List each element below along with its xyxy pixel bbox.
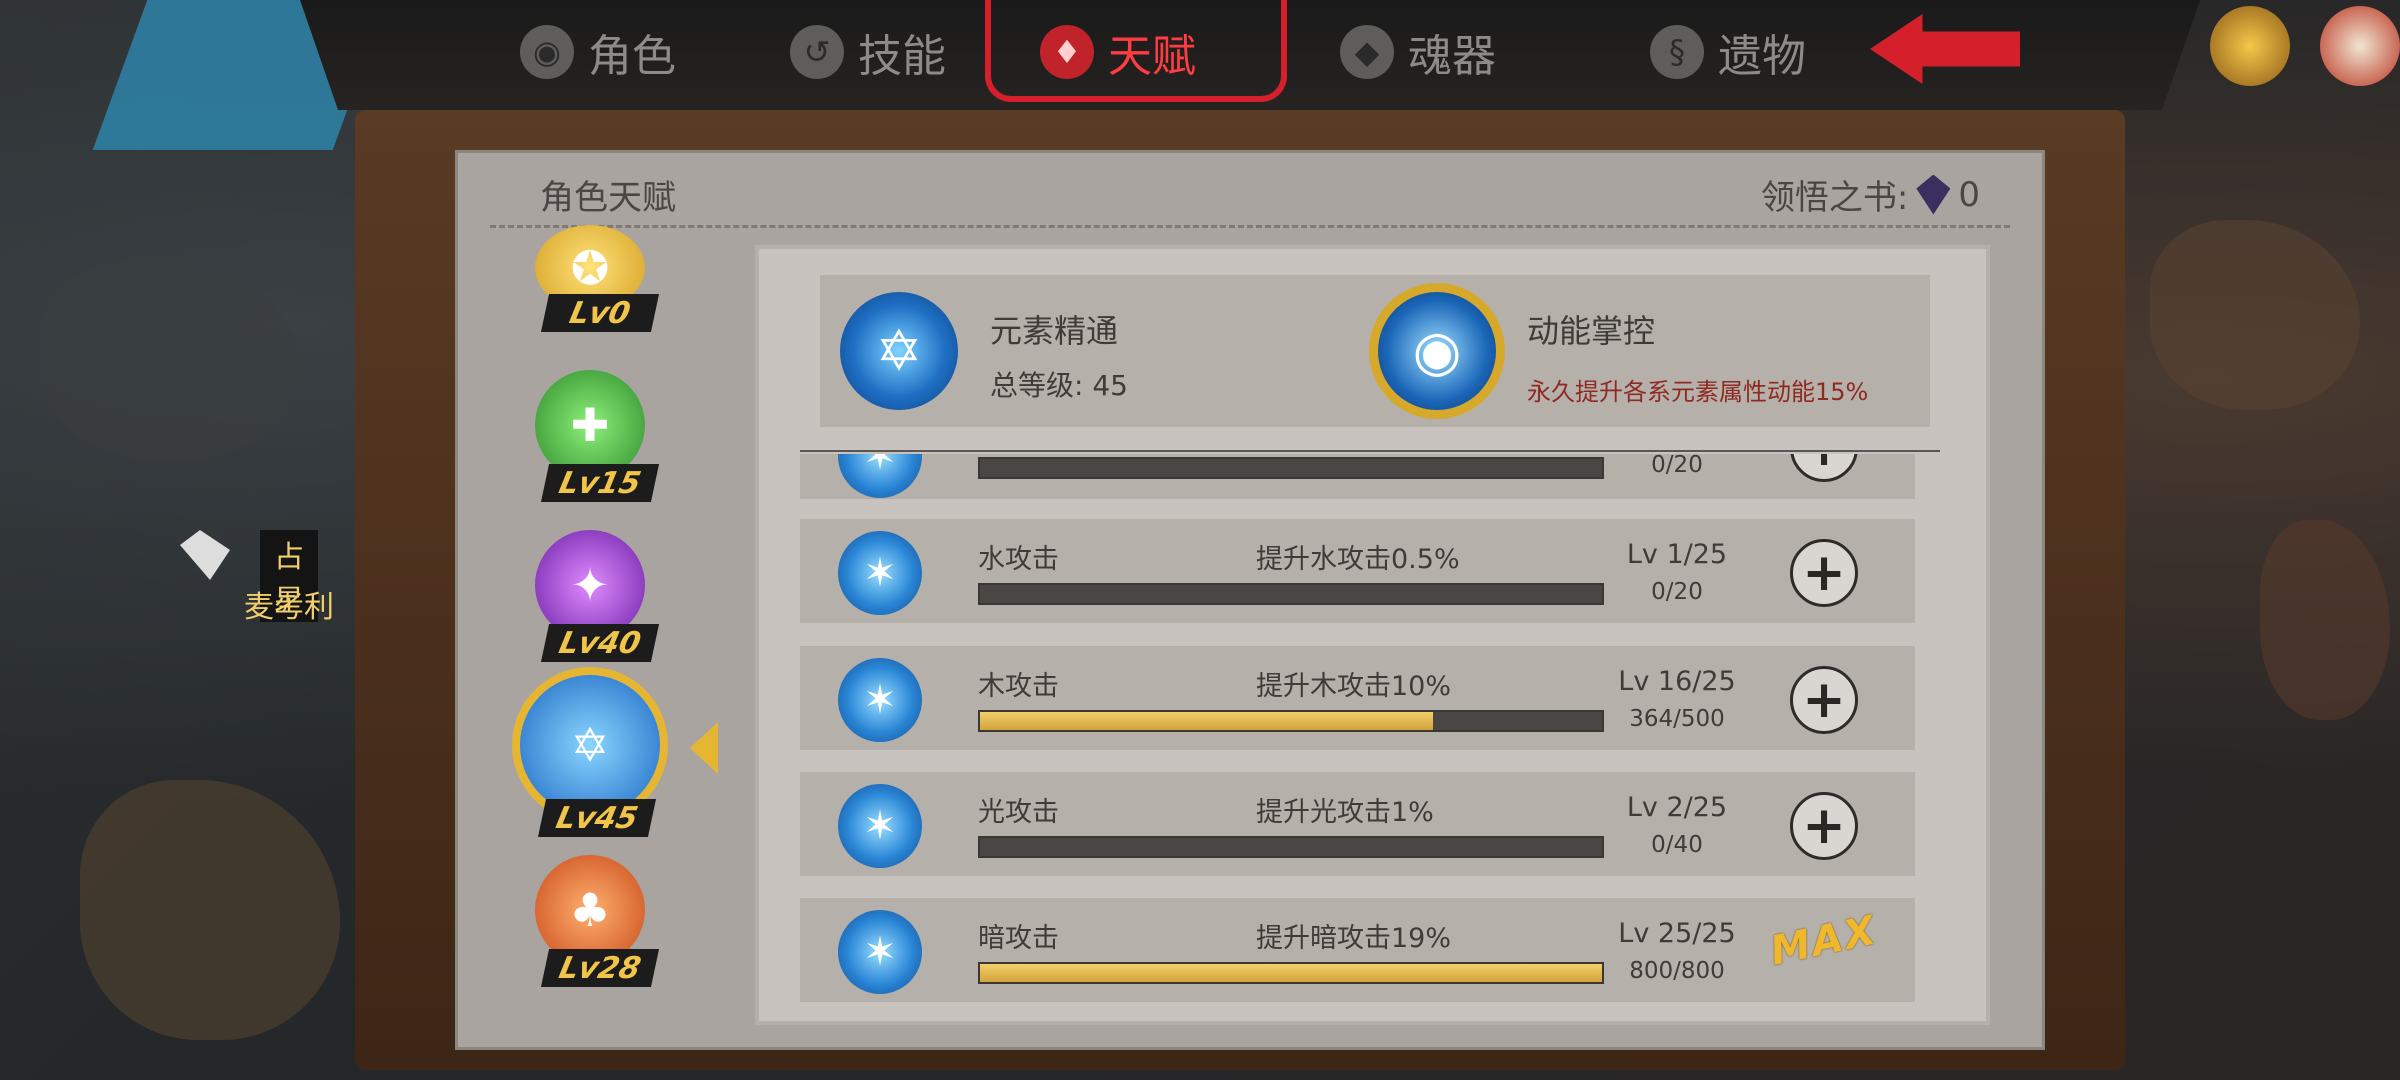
- talent-progress-bar: [978, 836, 1604, 858]
- talent-level: Lv 16/25: [1618, 666, 1736, 697]
- tab-relics[interactable]: § 遗物: [1650, 12, 1806, 92]
- tab-character[interactable]: ◉ 角色: [520, 12, 676, 92]
- upgrade-plus-button[interactable]: +: [1790, 539, 1858, 607]
- gold-element-icon: ✪: [570, 240, 610, 295]
- tab-label: 角色: [588, 31, 676, 82]
- swirl-icon: ↺: [790, 25, 844, 79]
- talent-icon: ♦: [1040, 25, 1094, 79]
- tab-label: 技能: [858, 31, 946, 82]
- talent-progress-bar: [978, 962, 1604, 984]
- summary-separator: [800, 450, 1940, 452]
- element-mastery-icon: ✡: [840, 292, 958, 410]
- max-badge: MAX: [1766, 907, 1882, 975]
- tab-label: 遗物: [1718, 31, 1806, 82]
- talent-progress-bar: [978, 457, 1604, 479]
- nature-element-icon: ✚: [570, 398, 610, 452]
- progress-fill: [980, 964, 1602, 982]
- element-dark[interactable]: ✦ Lv40: [535, 530, 660, 662]
- water-element-icon: ✡: [570, 718, 610, 772]
- selection-pointer-icon: [690, 722, 718, 774]
- character-name: 麦考利: [244, 590, 334, 625]
- talent-name: 木攻击: [978, 671, 1059, 702]
- calendar-checkin-icon[interactable]: [2320, 6, 2400, 86]
- talent-desc: 提升水攻击0.5%: [1256, 544, 1460, 575]
- element-level: Lv28: [540, 949, 660, 987]
- talent-desc: 提升暗攻击19%: [1256, 923, 1452, 954]
- talent-row: ✶ 木攻击 提升木攻击10% Lv 16/25 364/500 +: [800, 646, 1915, 750]
- talent-xp: 0/40: [1651, 832, 1703, 858]
- element-level: Lv0: [540, 294, 660, 332]
- book-count: 0: [1958, 174, 1980, 215]
- upgrade-plus-button[interactable]: +: [1790, 666, 1858, 734]
- talent-name: 暗攻击: [978, 923, 1059, 954]
- element-nature[interactable]: ✚ Lv15: [535, 370, 660, 502]
- crown-icon[interactable]: [2210, 6, 2290, 86]
- comprehension-book: 领悟之书: 0: [1761, 170, 1980, 219]
- element-water[interactable]: ✡ Lv45: [520, 675, 660, 837]
- talent-row: ✶ 光攻击 提升光攻击1% Lv 2/25 0/40 +: [800, 772, 1915, 876]
- mastery-total: 总等级: 45: [990, 364, 1128, 404]
- element-level: Lv45: [537, 799, 657, 837]
- tab-label: 天赋: [1108, 31, 1196, 82]
- progress-fill: [980, 712, 1433, 730]
- upgrade-plus-button[interactable]: +: [1790, 454, 1858, 482]
- kinetic-desc: 永久提升各系元素属性动能15%: [1527, 378, 1869, 406]
- dark-element-icon: ✦: [570, 558, 610, 612]
- talent-level: Lv 2/25: [1626, 792, 1728, 823]
- talent-desc: 提升木攻击10%: [1256, 671, 1452, 702]
- kinetic-name: 动能掌控: [1527, 312, 1656, 350]
- talent-row: ✶ 水攻击 提升水攻击0.5% Lv 1/25 0/20 +: [800, 519, 1915, 623]
- panel-title: 角色天赋: [540, 178, 676, 218]
- total-level-label: 总等级:: [990, 369, 1084, 402]
- divider: [490, 225, 2010, 228]
- talent-xp: 0/20: [1651, 579, 1703, 605]
- talent-xp: 364/500: [1629, 706, 1725, 732]
- element-gold[interactable]: ✪ Lv0: [535, 225, 660, 332]
- talent-level: Lv 25/25: [1618, 918, 1736, 949]
- talent-progress-bar: [978, 583, 1604, 605]
- book-label: 领悟之书:: [1760, 178, 1909, 218]
- tab-talent[interactable]: ♦ 天赋: [1040, 12, 1196, 92]
- talent-icon: ✶: [838, 531, 922, 615]
- mastery-name: 元素精通: [990, 312, 1119, 350]
- fire-element-icon: ♣: [569, 883, 611, 937]
- tab-label: 魂器: [1408, 31, 1496, 82]
- helmet-icon: ◉: [520, 25, 574, 79]
- talent-level: Lv 1/25: [1626, 539, 1728, 570]
- talent-icon: ✶: [838, 910, 922, 994]
- kinetic-control-icon: ◉: [1378, 292, 1496, 410]
- purple-gem-icon: [1916, 174, 1951, 215]
- talent-row: ✶ 0/20 +: [800, 454, 1915, 499]
- total-level-value: 45: [1092, 369, 1128, 402]
- element-level: Lv40: [540, 624, 660, 662]
- talent-icon: ✶: [838, 658, 922, 742]
- talent-icon: ✶: [838, 784, 922, 868]
- talent-progress-bar: [978, 710, 1604, 732]
- soul-icon: ◆: [1340, 25, 1394, 79]
- talent-icon: ✶: [838, 454, 922, 498]
- talent-row: ✶ 暗攻击 提升暗攻击19% Lv 25/25 800/800 MAX: [800, 898, 1915, 1002]
- talent-name: 光攻击: [978, 797, 1059, 828]
- talent-xp: 0/20: [1651, 454, 1703, 478]
- upgrade-plus-button[interactable]: +: [1790, 792, 1858, 860]
- element-fire[interactable]: ♣ Lv28: [535, 855, 660, 987]
- tab-skills[interactable]: ↺ 技能: [790, 12, 946, 92]
- talent-desc: 提升光攻击1%: [1256, 797, 1434, 828]
- relic-icon: §: [1650, 25, 1704, 79]
- tab-soul-vessel[interactable]: ◆ 魂器: [1340, 12, 1496, 92]
- element-level: Lv15: [540, 464, 660, 502]
- talent-name: 水攻击: [978, 544, 1059, 575]
- talent-xp: 800/800: [1629, 958, 1725, 984]
